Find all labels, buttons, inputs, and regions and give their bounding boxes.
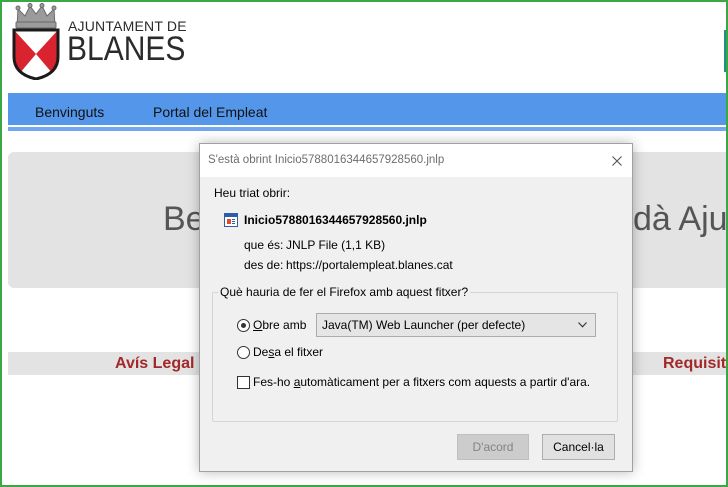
main-nav: Benvinguts Portal del Empleat: [8, 93, 728, 125]
cancel-button[interactable]: Cancel·la: [542, 434, 615, 460]
open-with-radio[interactable]: [237, 319, 250, 332]
nav-item-portal-empleat[interactable]: Portal del Empleat: [153, 97, 267, 127]
dialog-title: S'està obrint Inicio5788016344657928560.…: [208, 154, 445, 166]
dialog-intro: Heu triat obrir:: [214, 186, 291, 200]
right-edge-panel: [724, 30, 728, 72]
application-select-value: Java(TM) Web Launcher (per defecte): [322, 318, 526, 332]
action-group-legend: Què hauria de fer el Firefox amb aquest …: [218, 285, 471, 299]
welcome-heading-right: dà Aju: [633, 200, 728, 238]
remember-choice-label[interactable]: Fes-ho automàticament per a fitxers com …: [253, 375, 590, 389]
site-logo[interactable]: AJUNTAMENT DE BLANES: [9, 2, 191, 82]
dialog-titlebar[interactable]: S'està obrint Inicio5788016344657928560.…: [200, 144, 632, 177]
legal-notice-link[interactable]: Avís Legal: [115, 352, 194, 375]
file-name: Inicio5788016344657928560.jnlp: [244, 213, 427, 227]
requirements-link[interactable]: Requisit: [663, 352, 726, 375]
application-select[interactable]: Java(TM) Web Launcher (per defecte): [316, 313, 596, 337]
open-with-label[interactable]: Obre amb: [253, 318, 306, 332]
dialog-close-button[interactable]: [604, 144, 630, 177]
crest-icon: [12, 3, 60, 80]
close-icon: [612, 155, 622, 166]
ok-button[interactable]: D'acord: [457, 434, 529, 460]
nav-item-benvinguts[interactable]: Benvinguts: [35, 97, 104, 127]
file-source-value: https://portalempleat.blanes.cat: [286, 258, 453, 272]
logo-line-2: BLANES: [67, 30, 186, 68]
save-file-radio[interactable]: [237, 346, 250, 359]
file-type-value: JNLP File (1,1 KB): [286, 238, 386, 252]
save-file-label[interactable]: Desa el fitxer: [253, 345, 323, 359]
open-file-dialog: S'està obrint Inicio5788016344657928560.…: [199, 143, 633, 472]
file-source-label: des de:: [244, 258, 284, 272]
file-type-label: que és:: [244, 238, 284, 252]
chevron-down-icon: [578, 322, 587, 328]
jnlp-file-icon: [224, 213, 238, 227]
nav-underline-strip: [8, 127, 728, 131]
remember-choice-checkbox[interactable]: [237, 376, 250, 389]
